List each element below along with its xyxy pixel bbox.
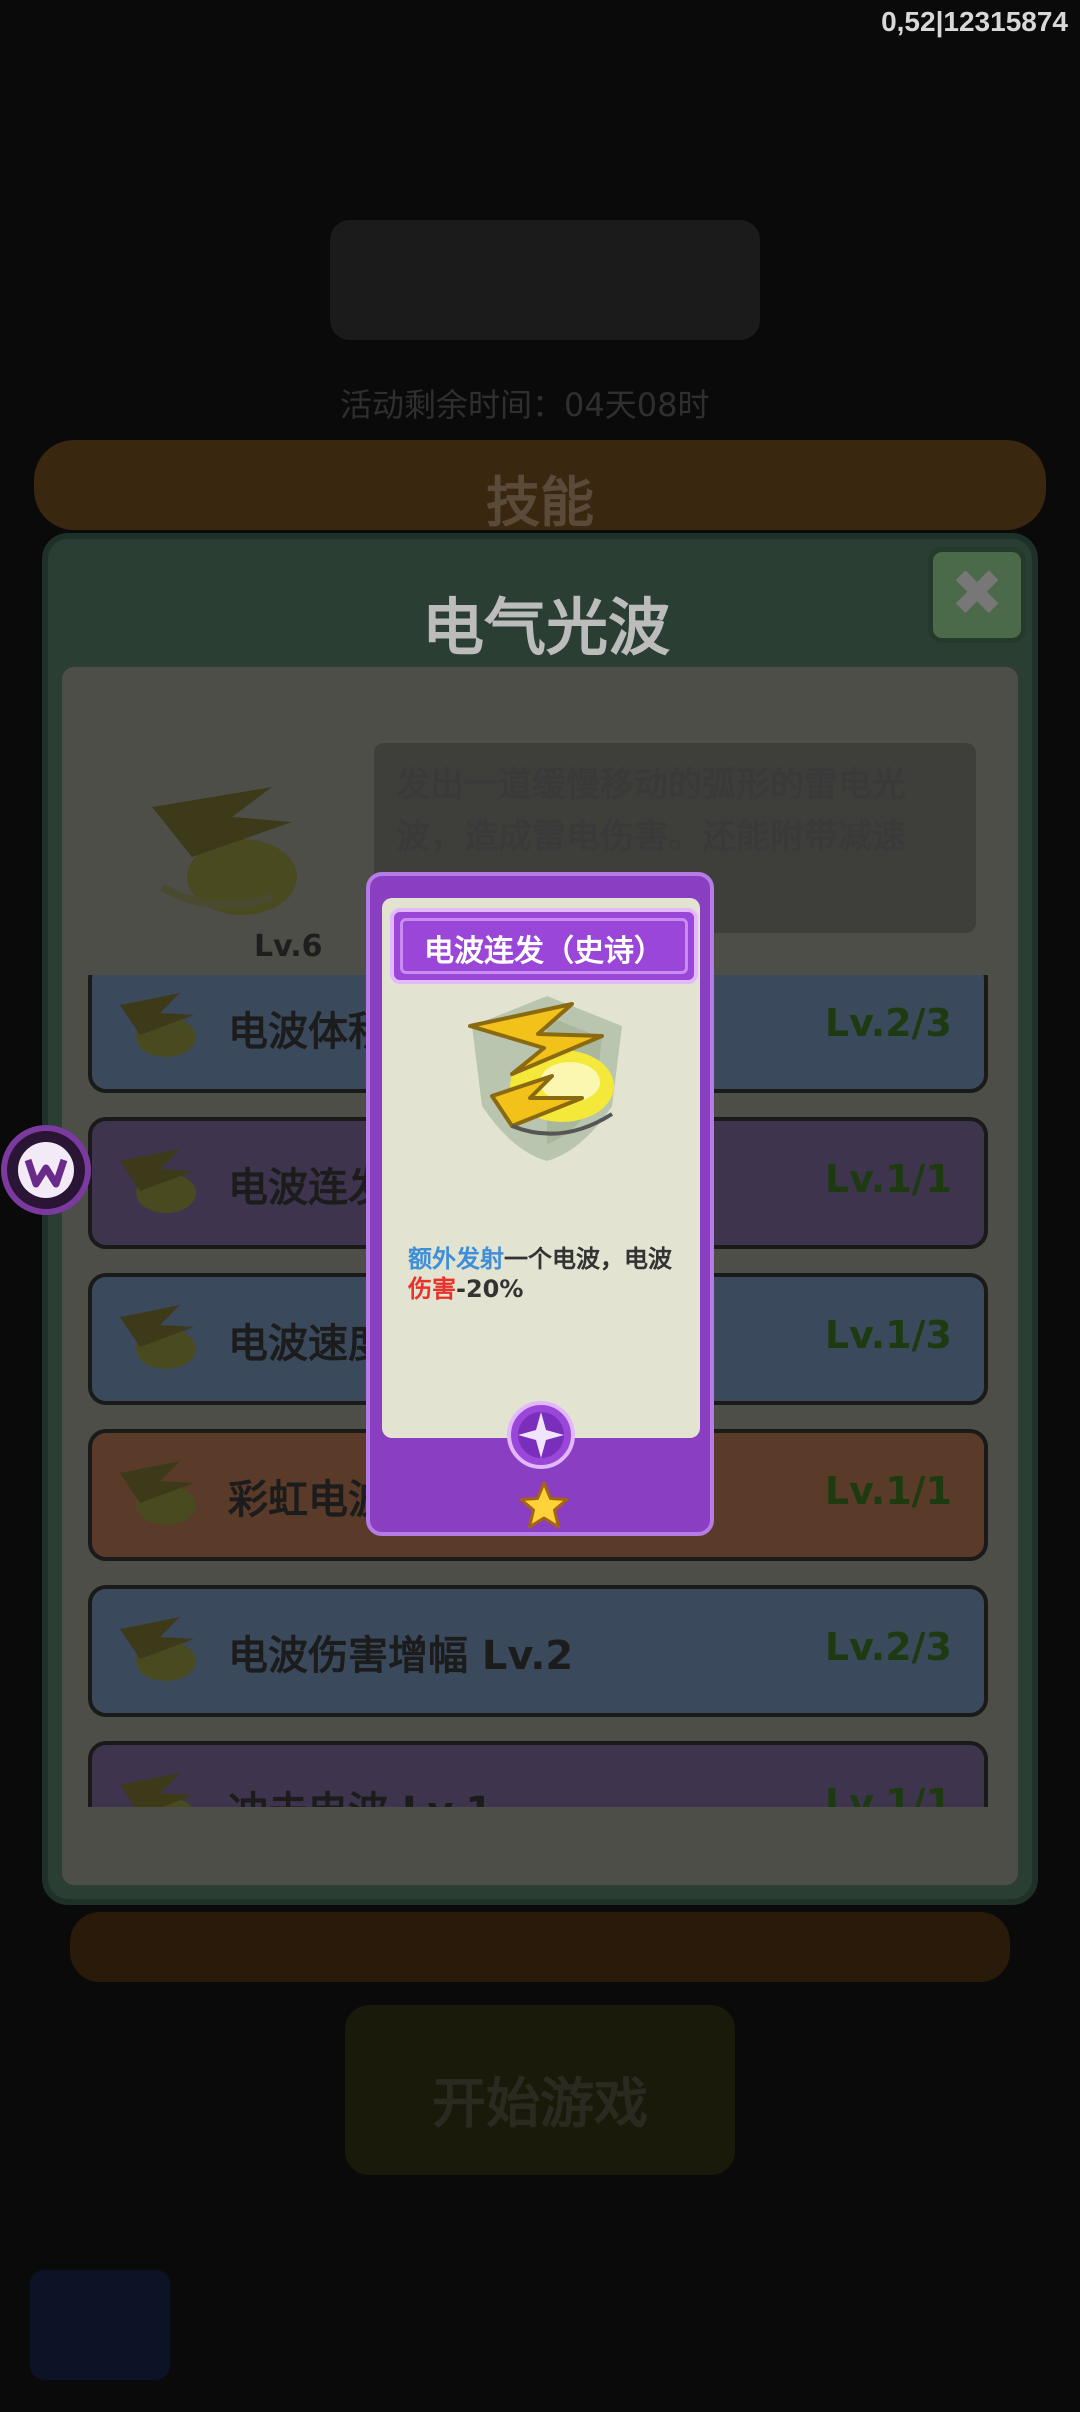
- event-banner: [330, 220, 760, 340]
- upgrade-name: 电波连发: [228, 1165, 388, 1211]
- upgrade-level: Lv.2/3: [824, 1625, 952, 1669]
- star-icon: [519, 1481, 569, 1529]
- lightning-wave-icon: [152, 787, 297, 915]
- lightning-wave-icon: [120, 1461, 196, 1525]
- upgrade-detail-card: 电波连发（史诗） 额外发射一个电波，电波伤害-20%: [366, 872, 714, 1536]
- card-title-banner: 电波连发（史诗）: [390, 908, 698, 984]
- card-title: 电波连发（史诗）: [424, 934, 664, 969]
- upgrade-level: Lv.1/1: [824, 1469, 952, 1513]
- debug-status-text: 0,52|12315874: [881, 6, 1068, 37]
- close-button[interactable]: ✖: [928, 547, 1026, 643]
- upgrade-name: 冲击电波 Lv.1: [228, 1779, 493, 1807]
- lightning-wave-icon: [120, 1305, 196, 1369]
- desc-text: 一个电波，电波: [504, 1245, 672, 1273]
- desc-text-value: -20%: [456, 1275, 524, 1303]
- main-skill-level: Lv.6: [254, 929, 323, 964]
- desc-keyword-extra: 额外发射: [408, 1245, 504, 1273]
- lightning-wave-icon: [468, 996, 622, 1161]
- upgrade-name: 电波体积: [228, 1009, 388, 1055]
- panel-title: 电气光波: [421, 591, 670, 664]
- corner-button: [30, 2270, 170, 2380]
- upgrade-row[interactable]: 电波伤害增幅 Lv.2 Lv.2/3: [88, 1585, 988, 1717]
- w-logo-icon[interactable]: [0, 1124, 92, 1216]
- lightning-wave-icon: [120, 993, 196, 1057]
- upgrade-name: 彩虹电波: [228, 1477, 388, 1523]
- rarity-gem-icon: [507, 1401, 575, 1469]
- upgrade-level: Lv.1/1: [824, 1157, 952, 1201]
- start-game-button: 开始游戏: [345, 2005, 735, 2175]
- upgrade-name: 电波速度: [228, 1321, 388, 1367]
- upgrade-level: Lv.1/3: [824, 1313, 952, 1357]
- upgrade-name: 电波伤害增幅 Lv.2: [228, 1633, 574, 1679]
- event-timer: 活动剩余时间：04天08时: [340, 386, 710, 424]
- lightning-wave-icon: [120, 1617, 196, 1681]
- upgrade-row[interactable]: 冲击电波 Lv.1 Lv.1/1: [88, 1741, 988, 1807]
- upgrade-level: Lv.1/1: [824, 1781, 952, 1807]
- desc-keyword-damage: 伤害: [408, 1275, 456, 1303]
- skill-header-label: 技能: [486, 471, 594, 534]
- start-game-label: 开始游戏: [432, 2072, 648, 2135]
- panel-footer-bar: [70, 1912, 1010, 1982]
- lightning-wave-icon: [120, 1773, 194, 1807]
- upgrade-level: Lv.2/3: [824, 1001, 952, 1045]
- card-description: 额外发射一个电波，电波伤害-20%: [408, 1244, 676, 1304]
- lightning-wave-icon: [120, 1149, 196, 1213]
- skill-header-bar: 技能: [34, 440, 1046, 534]
